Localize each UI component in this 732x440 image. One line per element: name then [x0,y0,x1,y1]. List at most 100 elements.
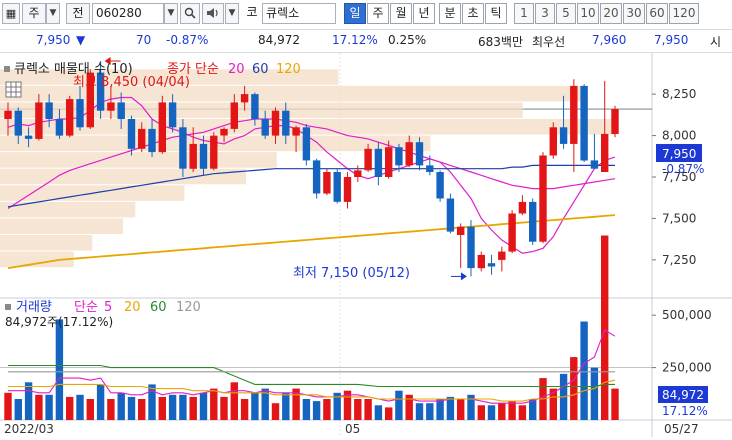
period-minute[interactable]: 분 [439,3,461,24]
period-second[interactable]: 초 [462,3,484,24]
current-price: 7,950 [36,33,71,47]
market-type-select[interactable]: 주 [22,3,46,24]
low-annotation: 최저 7,150 (05/12) [293,266,410,281]
volume-bar-35 [364,399,372,420]
legend-vol-ma20: 20 [124,300,141,315]
volume-bar-14 [148,384,156,420]
interval-3[interactable]: 3 [535,3,555,24]
candle-body-28 [292,127,300,136]
period-day[interactable]: 일 [344,3,366,24]
candle-body-11 [117,102,125,119]
volume-bar-44 [457,399,465,420]
interval-30[interactable]: 30 [623,3,645,24]
candle-body-5 [55,119,64,136]
candle-body-47 [487,263,496,267]
volume-bar-29 [302,399,311,420]
candle-body-51 [529,201,537,242]
turnover-rate: 0.25% [388,33,427,47]
market-dropdown-icon[interactable]: ▼ [46,3,60,24]
candle-body-32 [333,172,341,202]
volume-current-label: 84,972주(17.12%) [5,315,113,329]
candle-body-27 [282,110,290,136]
volume-bar-17 [179,394,187,420]
candle-body-59 [611,109,619,134]
volume-bar-48 [498,403,506,420]
volume-bar-15 [158,396,166,420]
volume-bar-23 [240,399,249,420]
volume-current-tag: 84,972 [662,388,704,402]
stock-code-input[interactable]: 060280 [92,3,164,24]
volume-bar-41 [426,403,434,420]
volume-bar-30 [312,401,321,420]
volume-bar-24 [251,392,259,421]
volume-bar-36 [374,405,383,420]
interval-20[interactable]: 20 [600,3,622,24]
table-icon[interactable] [5,81,22,98]
legend-ma60: 60 [252,62,269,77]
stock-chart[interactable]: 8,250 8,000 7,750 7,500 7,250 500,000 250,000 … [0,53,732,437]
candle-body-42 [436,172,444,199]
volume-bar-57 [590,367,599,420]
exchange-label: 코 [246,5,258,19]
interval-120[interactable]: 120 [669,3,699,24]
speaker-icon[interactable] [202,3,224,24]
volume-bar-12 [127,396,136,420]
candle-body-56 [580,85,588,161]
candle-body-0 [4,110,12,119]
candle-body-31 [323,172,331,194]
volume-bar-6 [66,396,74,420]
volume-bar-27 [282,392,290,421]
volume-bar-9 [96,384,105,420]
candle-body-2 [24,135,33,139]
price-change: 70 [136,33,152,47]
candle-body-17 [179,127,187,169]
candle-body-3 [35,102,43,139]
candle-body-49 [508,213,516,252]
volume-bar-58 [601,235,609,420]
candle-body-26 [271,110,280,136]
volume-bar-8 [86,399,94,420]
interval-1[interactable]: 1 [514,3,534,24]
chart-settings-icon[interactable]: ▦ [2,3,20,24]
interval-60[interactable]: 60 [646,3,668,24]
speaker-dropdown-icon[interactable]: ▼ [225,3,239,24]
volume-bar-43 [446,396,455,420]
interval-10[interactable]: 10 [577,3,599,24]
candle-body-40 [415,142,424,166]
candle-body-44 [457,226,465,235]
search-icon[interactable] [180,3,200,24]
candle-body-57 [590,160,599,169]
candle-body-1 [14,110,22,136]
interval-5[interactable]: 5 [556,3,576,24]
price-axis-label-0: 8,250 [662,87,696,101]
chart-canvas[interactable]: 8,2508,0007,7507,5007,250500,000250,000 … [0,53,732,437]
bid-price: 7,950 [654,33,689,47]
volume-bar-42 [436,399,444,420]
volume-profile-bar-6 [0,168,246,185]
volume-profile-bar-8 [0,201,136,218]
code-dropdown-icon[interactable]: ▼ [164,3,178,24]
period-week[interactable]: 주 [367,3,389,24]
candle-body-55 [570,85,578,144]
period-month[interactable]: 월 [390,3,412,24]
volume-bar-4 [45,394,53,420]
stock-name-field[interactable]: 큐렉소 [262,3,336,24]
candle-body-33 [343,177,352,202]
high-annotation: 최고 8,450 (04/04) [73,75,190,90]
volume-bar-7 [76,394,84,420]
volume-pct-tag: 17.12% [662,404,708,418]
period-year[interactable]: 년 [413,3,435,24]
candle-body-14 [148,128,156,153]
period-tick[interactable]: 틱 [485,3,507,24]
legend-vol-ma120: 120 [176,300,201,315]
candle-body-29 [302,127,311,161]
volume-bar-18 [189,396,197,420]
legend-vol-ma5: 5 [104,300,112,315]
volume-bar-37 [385,407,393,420]
volume-bar-2 [24,382,33,420]
volume-bar-19 [199,392,208,421]
trade-amount: 683백만 [478,35,523,49]
x-axis-label-end: 05/27 [664,422,699,436]
prev-button[interactable]: 전 [66,3,90,24]
candle-body-52 [539,155,547,242]
